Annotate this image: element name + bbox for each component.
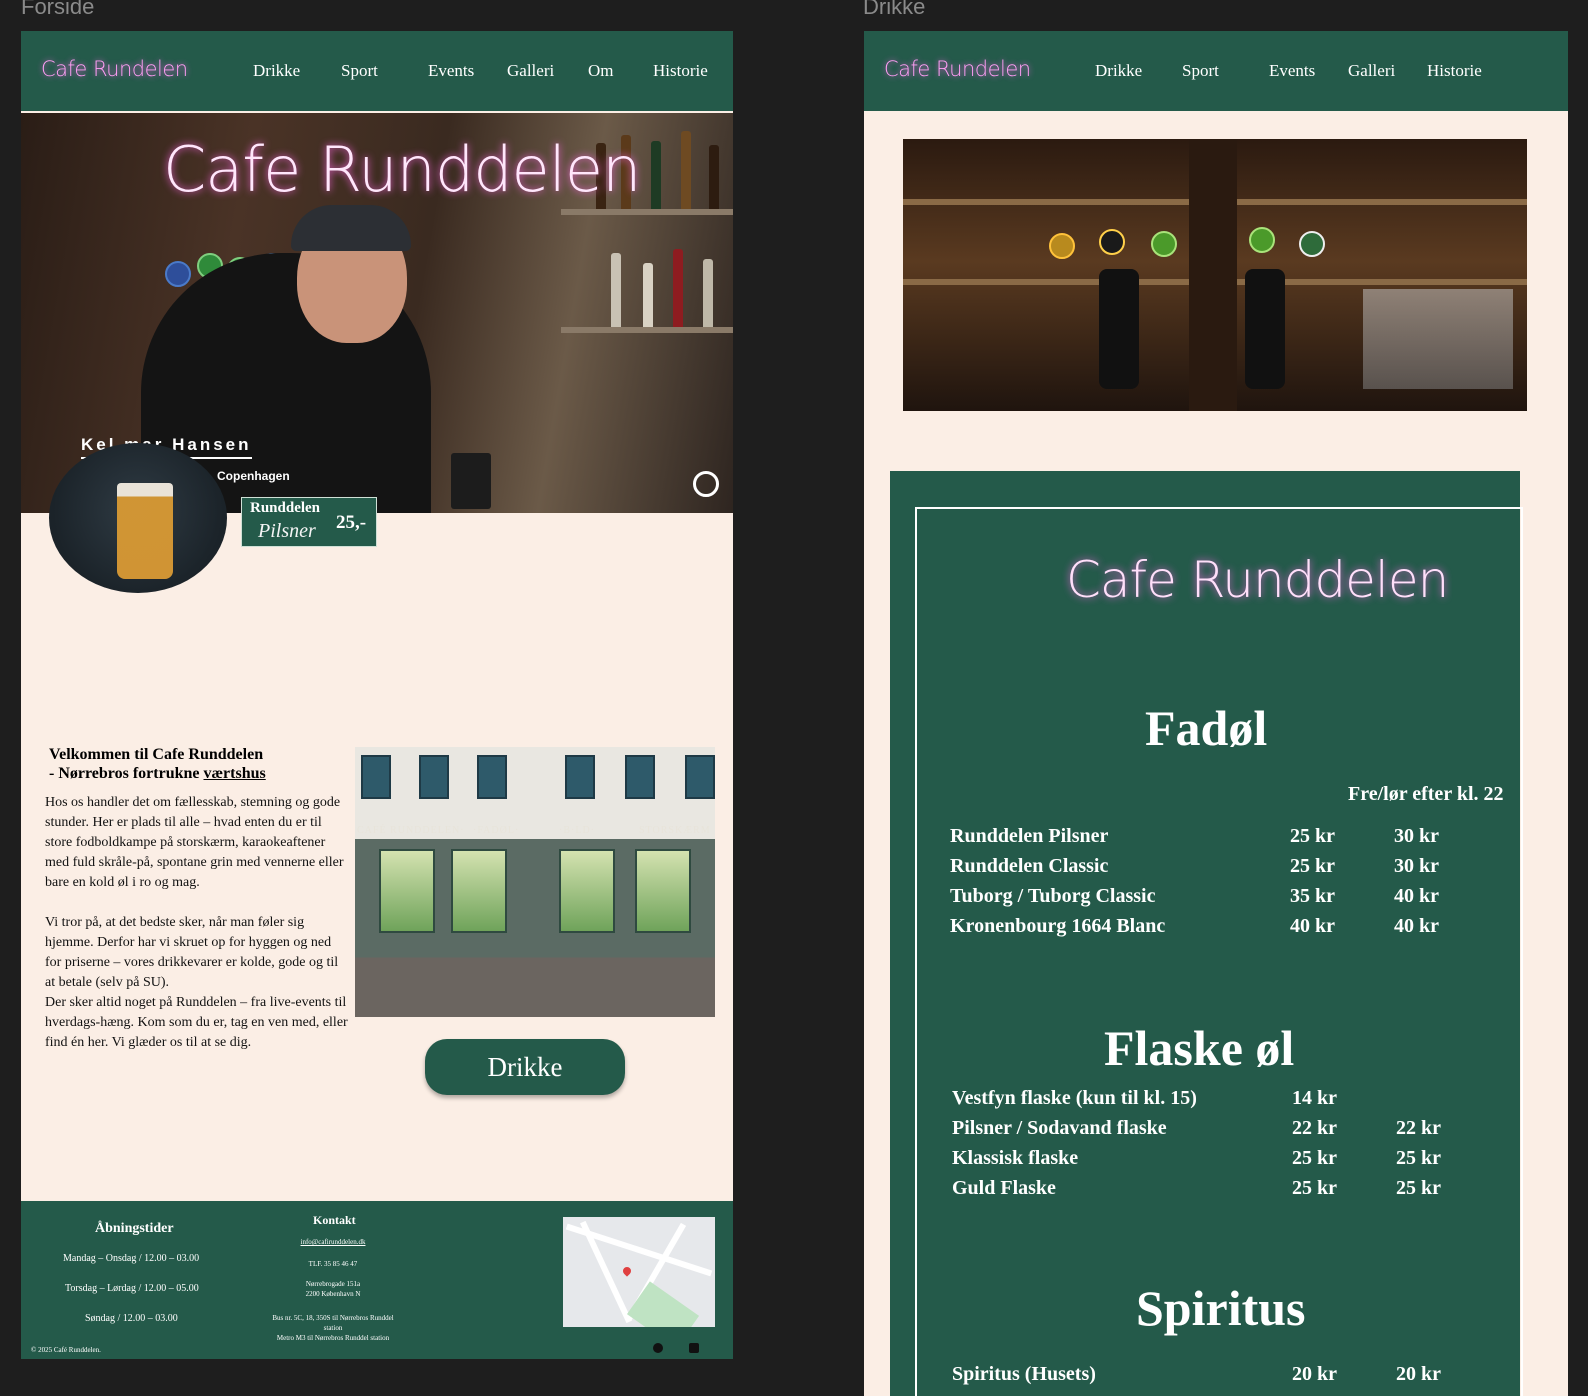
building-sign-4: STORSKÆRM [639,825,711,836]
welcome-paragraph-1: Hos os handler det om fællesskab, stemni… [45,795,344,890]
menu-row: Pilsner / Sodavand flaske 22 kr 22 kr [952,1117,1441,1139]
hours-thu-sat: Torsdag – Lørdag / 12.00 – 05.00 [65,1283,199,1294]
building-sign-1: CAFÉ RUNDDELEN· [357,825,465,836]
welcome-paragraph-3: Der sker altid noget på Runddelen – fra … [45,995,348,1050]
menu-logo: Cafe Runddelen [1066,551,1449,609]
vaertshus-link[interactable]: værtshus [204,765,266,782]
welcome-text: Hos os handler det om fællesskab, stemni… [45,793,349,1053]
top-nav-drikke: Cafe Rundelen Drikke Sport Events Galler… [864,31,1568,111]
transport-3: Metro M3 til Nørrebros Runddel station [276,1334,390,1342]
welcome-heading: Velkommen til Cafe Runddelen - Nørrebros… [49,745,266,783]
hero-city: Copenhagen [217,469,290,483]
copyright: © 2025 Café Runddelen. [31,1346,101,1354]
menu-row: Klassisk flaske 25 kr 25 kr [952,1147,1441,1169]
map-pin-icon [621,1265,633,1277]
menu-row: Tuborg / Tuborg Classic 35 kr 40 kr [950,885,1439,907]
drinks-menu: Cafe Runddelen Fadøl Fre/lør efter kl. 2… [890,471,1523,1396]
drikke-button[interactable]: Drikke [425,1039,625,1095]
welcome-paragraph-2: Vi tror på, at det bedste sker, når man … [45,915,339,990]
nav-item-sport[interactable]: Sport [341,61,378,81]
promo-price: 25,- [336,512,367,533]
contact-address-2: 2200 København N [305,1290,361,1298]
section-title-flaske-ol: Flaske øl [1104,1020,1295,1076]
nav-logo[interactable]: Cafe Rundelen [884,57,1031,81]
transport-1: Bus nr. 5C, 18, 350S til Nørrebros Rundd… [272,1314,394,1322]
nav-item-historie[interactable]: Historie [1427,61,1482,81]
menu-border [915,507,1523,1396]
contact-address-1: Nørrebrogade 151a [305,1280,361,1288]
drikke-frame: Cafe Rundelen Drikke Sport Events Galler… [864,31,1568,1396]
forside-frame: Cafe Rundelen Drikke Sport Events Galler… [21,31,733,1359]
promo-brand: Runddelen [250,500,321,516]
menu-row: Runddelen Classic 25 kr 30 kr [950,855,1439,877]
nav-item-drikke[interactable]: Drikke [1095,61,1142,81]
bar-photo [903,139,1527,411]
nav-item-historie[interactable]: Historie [653,61,708,81]
welcome-heading-line1: Velkommen til Cafe Runddelen [49,746,264,763]
contact-phone: TLF. 35 85 46 47 [308,1260,358,1268]
scroll-indicator-icon[interactable] [693,471,719,497]
section-title-fadol: Fadøl [1145,700,1268,756]
nav-item-events[interactable]: Events [1269,61,1315,81]
menu-row: Spiritus (Husets) 20 kr 20 kr [952,1363,1441,1385]
menu-row: Vestfyn flaske (kun til kl. 15) 14 kr [952,1087,1337,1109]
instagram-icon[interactable] [689,1343,699,1353]
transport-2: station [323,1324,343,1332]
top-nav: Cafe Rundelen Drikke Sport Events Galler… [21,31,733,111]
menu-row: Kronenbourg 1664 Blanc 40 kr 40 kr [950,915,1439,937]
menu-row: Runddelen Pilsner 25 kr 30 kr [950,825,1439,847]
nav-item-galleri[interactable]: Galleri [1348,61,1395,81]
building-sign-3: ·B·LD· [559,825,595,836]
frame-label-drikke: Drikke [863,0,926,19]
nav-logo[interactable]: Cafe Rundelen [41,57,188,81]
nav-item-sport[interactable]: Sport [1182,61,1219,81]
building-sign-2: ·FADØL· [473,825,520,836]
contact-email[interactable]: info@cafirunddelen.dk [251,1237,415,1247]
menu-row: Guld Flaske 25 kr 25 kr [952,1177,1441,1199]
contact-title: Kontakt [313,1213,356,1227]
facebook-icon[interactable] [653,1343,663,1353]
nav-item-galleri[interactable]: Galleri [507,61,554,81]
frame-label-forside: Forside [21,0,95,19]
nav-item-drikke[interactable]: Drikke [253,61,300,81]
beer-photo [49,443,227,593]
fadol-note: Fre/lør efter kl. 22 [1348,783,1504,805]
hours-weekdays: Mandag – Onsdag / 12.00 – 03.00 [63,1253,200,1264]
section-title-spiritus: Spiritus [1136,1280,1306,1336]
hours-title: Åbningstider [95,1221,174,1236]
hero-title: Cafe Runddelen [163,133,641,206]
cafe-exterior-photo: CAFÉ RUNDDELEN· ·FADØL· ·B·LD· STORSKÆRM [355,747,715,1017]
promo-product: Pilsner [258,520,316,542]
nav-item-om[interactable]: Om [588,61,614,81]
footer: Åbningstider Mandag – Onsdag / 12.00 – 0… [21,1201,733,1359]
promo-badge: Runddelen Pilsner 25,- [241,497,377,547]
welcome-heading-prefix: - Nørrebros fortrukne [49,765,204,782]
nav-item-events[interactable]: Events [428,61,474,81]
location-map[interactable] [563,1217,715,1327]
hours-sunday: Søndag / 12.00 – 03.00 [85,1313,178,1324]
